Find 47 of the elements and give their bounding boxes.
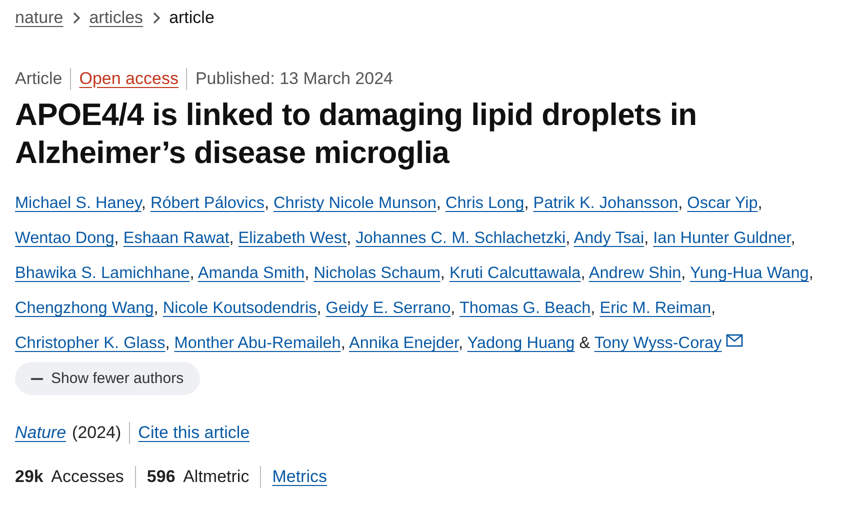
metric-stat: 596 Altmetric [146,467,250,487]
author-link[interactable]: Bhawika S. Lamichhane [15,264,190,282]
article-type: Article [15,69,62,89]
publication-year: (2024) [72,423,122,443]
author-link[interactable]: Christopher K. Glass [15,334,166,352]
show-fewer-authors-button[interactable]: Show fewer authors [15,362,200,395]
breadcrumb-link[interactable]: articles [89,8,144,28]
mail-icon[interactable] [726,334,743,347]
author-link[interactable]: Kruti Calcuttawala [449,264,581,282]
author-link[interactable]: Oscar Yip [687,194,758,212]
author-link[interactable]: Nicholas Schaum [314,264,440,282]
author-list: Michael S. Haney, Róbert Pálovics, Christy Nicole Munson, Chris Long, Patrik K. Johansson, Oscar Yip, Wentao Dong, Eshaan Rawat, Elizabeth West, Johannes C. M. Schlachetzki, Andy Tsai, Ian Hunter Guldner, Bhawika S. Lamichhane, Amanda Smith, Nicholas Schaum, Kruti Calcuttawala, Andrew Shin, Yung-Hua Wang, Chengzhong Wang, Nicole Koutsodendris, Geidy E. Serrano, Thomas G. Beach, Eric M. Reiman, Christopher K. Glass, Monther Abu-Remaileh, Annika Enejder, Yadong Huang & Tony Wyss-Coray [15,186,850,361]
journal-link[interactable]: Nature [15,423,66,443]
author-link[interactable]: Andrew Shin [588,264,682,282]
author-link[interactable]: Chris Long [445,194,524,212]
author-link[interactable]: Yadong Huang [467,334,575,352]
author-link[interactable]: Annika Enejder [348,334,458,352]
author-link[interactable]: Eric M. Reiman [600,299,711,317]
breadcrumb-current: article [169,8,214,28]
author-link[interactable]: Tony Wyss-Coray [594,334,722,352]
cite-link[interactable]: Cite this article [138,423,250,443]
article-title: APOE4/4 is linked to damaging lipid droplets in Alzheimer’s disease microglia [15,96,698,172]
open-access-link[interactable]: Open access [79,69,178,89]
author-link[interactable]: Monther Abu-Remaileh [174,334,341,352]
minus-icon [31,378,43,380]
author-link[interactable]: Geidy E. Serrano [326,299,451,317]
author-link[interactable]: Nicole Koutsodendris [162,299,317,317]
author-link[interactable]: Yung-Hua Wang [690,264,809,282]
chevron-icon [151,12,162,24]
author-link[interactable]: Thomas G. Beach [459,299,591,317]
author-link[interactable]: Michael S. Haney [15,194,142,212]
metrics-link[interactable]: Metrics [272,467,327,487]
author-link[interactable]: Andy Tsai [574,229,644,247]
metric-stat: 29k Accesses [15,467,124,487]
author-link[interactable]: Elizabeth West [238,229,347,247]
author-link[interactable]: Patrik K. Johansson [533,194,678,212]
author-link[interactable]: Ian Hunter Guldner [653,229,791,247]
author-link[interactable]: Wentao Dong [15,229,114,247]
published-date: Published: 13 March 2024 [195,69,393,89]
author-link[interactable]: Eshaan Rawat [123,229,230,247]
author-link[interactable]: Chengzhong Wang [15,299,154,317]
author-link[interactable]: Amanda Smith [198,264,305,282]
chevron-icon [71,12,82,24]
author-link[interactable]: Johannes C. M. Schlachetzki [356,229,566,247]
breadcrumb-link[interactable]: nature [15,8,64,28]
author-link[interactable]: Róbert Pálovics [150,194,264,212]
author-link[interactable]: Christy Nicole Munson [274,194,436,212]
